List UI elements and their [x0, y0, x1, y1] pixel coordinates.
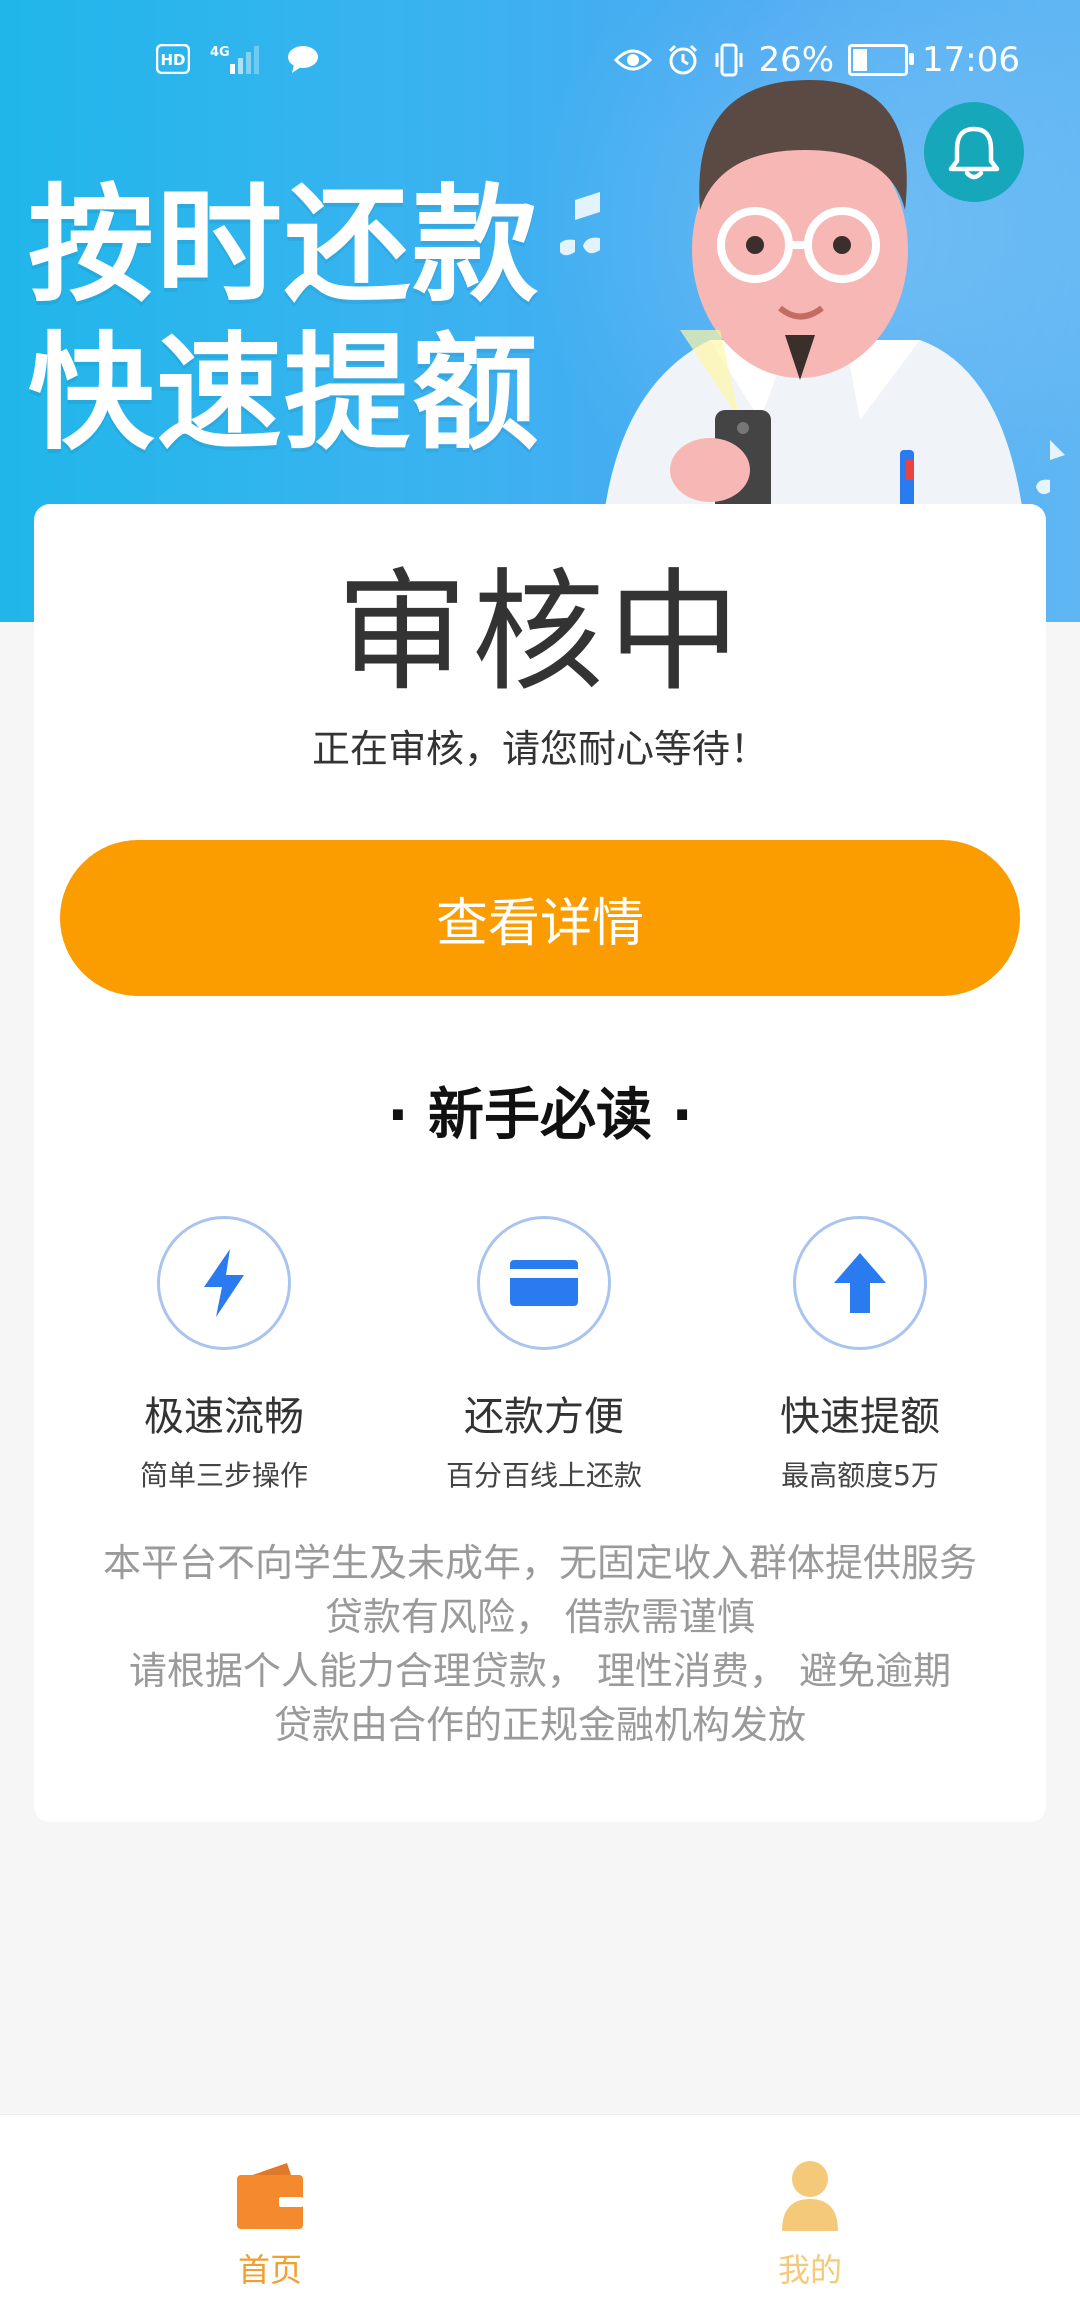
- review-status-message: 正在审核，请您耐心等待！: [311, 727, 768, 771]
- feature-list: 极速流畅 简单三步操作 还款方便 百分百线上还款 快速提额 最高额度5万: [34, 1216, 1046, 1516]
- disclaimer-line: 请根据个人能力合理贷款， 理性消费， 避免逾期: [128, 1649, 952, 1693]
- card-icon: [510, 1260, 578, 1306]
- feature-title: 极速流畅: [144, 1394, 304, 1440]
- feature-item-speed: 极速流畅 简单三步操作: [64, 1216, 384, 1494]
- view-details-button[interactable]: 查看详情: [60, 840, 1020, 996]
- feature-item-repay: 还款方便 百分百线上还款: [384, 1216, 704, 1494]
- feature-subtitle: 简单三步操作: [139, 1459, 308, 1492]
- banner-line-1: 按时还款: [28, 172, 540, 319]
- feature-title: 还款方便: [464, 1394, 624, 1440]
- feature-icon-ring: [157, 1216, 291, 1350]
- disclaimer-line: 本平台不向学生及未成年，无固定收入群体提供服务: [102, 1541, 977, 1585]
- chat-bubble-icon: [288, 46, 318, 73]
- nav-label-profile: 我的: [777, 2251, 842, 2289]
- feature-item-limit: 快速提额 最高额度5万: [700, 1216, 1020, 1494]
- banner-line-2: 快速提额: [28, 320, 540, 467]
- feature-title: 快速提额: [780, 1394, 940, 1440]
- wallet-icon: [237, 2163, 303, 2229]
- notification-button[interactable]: [924, 102, 1024, 202]
- svg-text:4G: 4G: [210, 45, 230, 60]
- disclaimer-line: 贷款由合作的正规金融机构发放: [273, 1703, 806, 1747]
- disclaimer-line: 贷款有风险， 借款需谨慎: [324, 1595, 756, 1639]
- lightning-icon: [204, 1249, 244, 1317]
- feature-icon-ring: [477, 1216, 611, 1350]
- status-bar-left: HD 4G: [156, 42, 320, 76]
- user-icon: [782, 2161, 838, 2231]
- signal-4g-icon: 4G: [210, 45, 259, 74]
- risk-disclaimer: 本平台不向学生及未成年，无固定收入群体提供服务 贷款有风险， 借款需谨慎 请根据…: [34, 1536, 1046, 1752]
- nav-tab-profile[interactable]: 我的: [710, 2159, 910, 2291]
- banner-headline: 按时还款 快速提额: [28, 172, 540, 468]
- nav-tab-home[interactable]: 首页: [170, 2159, 370, 2291]
- review-status-title: 审核中: [336, 556, 744, 710]
- bottom-navigation: 首页 我的: [0, 2114, 1080, 2311]
- svg-text:HD: HD: [160, 51, 185, 69]
- hd-icon: HD: [156, 44, 190, 74]
- feature-subtitle: 百分百线上还款: [445, 1459, 642, 1492]
- bell-icon: [948, 126, 1000, 180]
- nav-label-home: 首页: [237, 2251, 302, 2289]
- status-card: 审核中 正在审核，请您耐心等待！ 查看详情 · 新手必读 · 极速流畅 简单三步…: [34, 504, 1046, 1822]
- feature-icon-ring: [793, 1216, 927, 1350]
- feature-subtitle: 最高额度5万: [781, 1459, 939, 1492]
- arrow-up-icon: [834, 1253, 886, 1313]
- newbie-guide-title: · 新手必读 ·: [387, 1083, 693, 1148]
